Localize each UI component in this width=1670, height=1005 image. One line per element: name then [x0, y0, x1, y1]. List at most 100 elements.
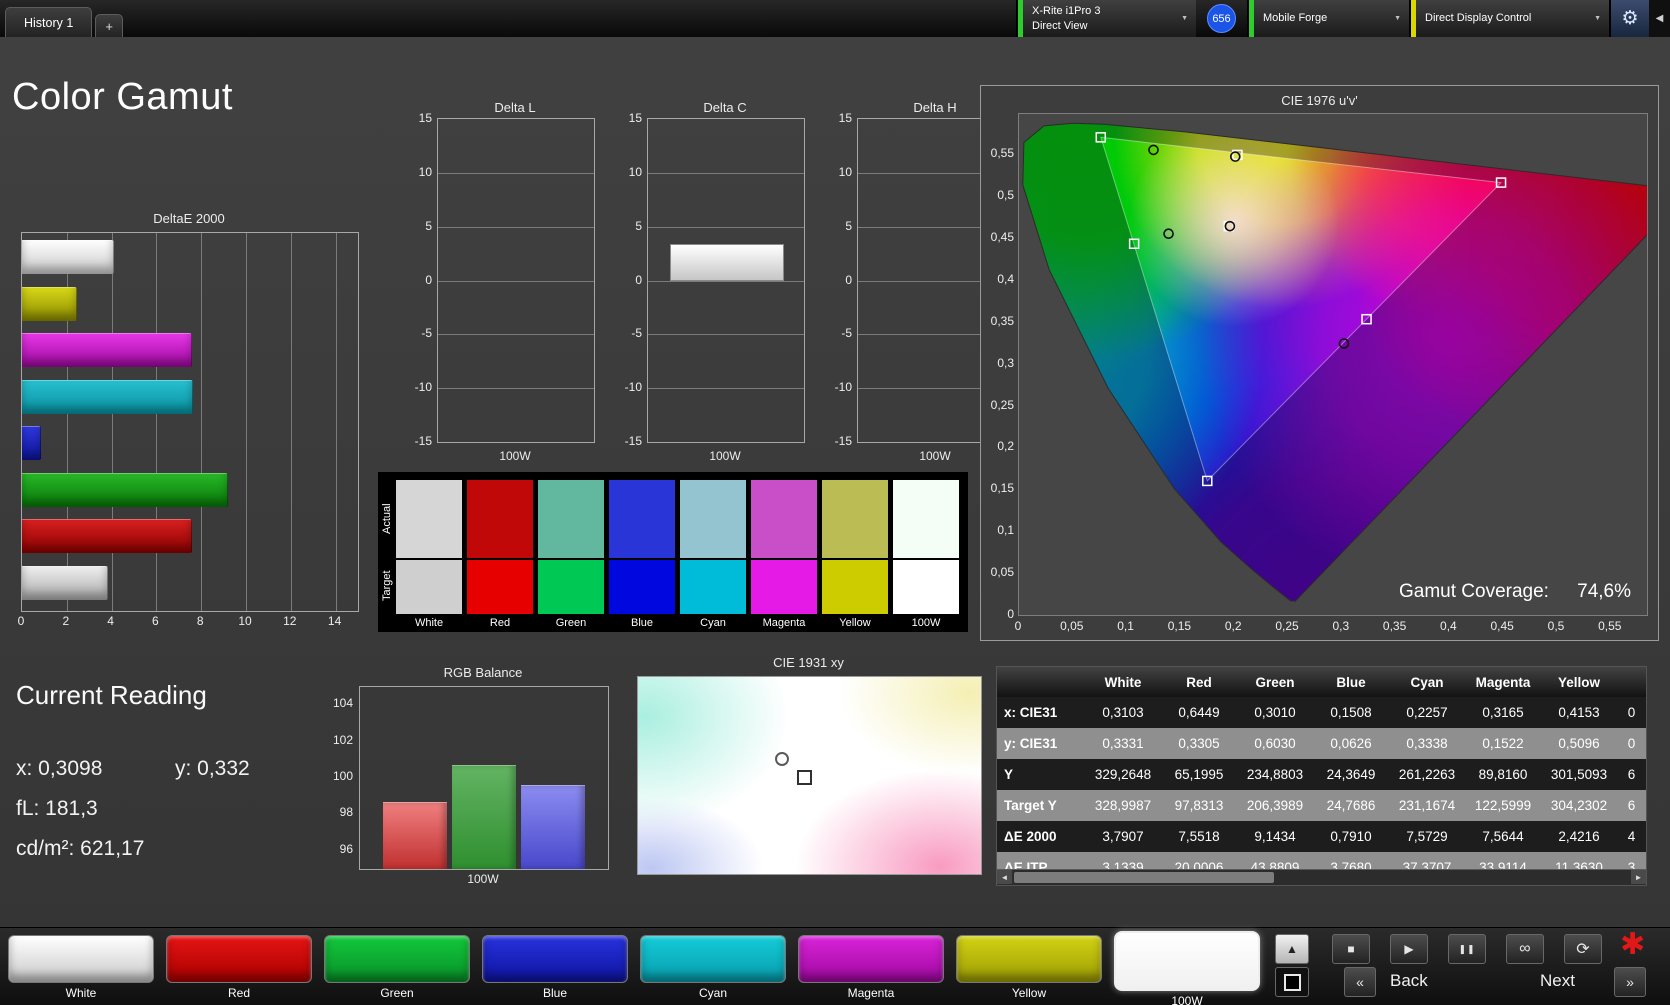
table-cell: 329,2648: [1094, 767, 1152, 782]
swatch-label: Cyan: [700, 617, 726, 629]
y-tick-label: 100: [332, 769, 353, 783]
swatch-label: Green: [555, 617, 587, 629]
gridline: [438, 280, 594, 282]
alert-asterisk-icon[interactable]: ✱: [1620, 930, 1645, 960]
patch-magenta[interactable]: Magenta: [798, 935, 944, 1005]
y-tick-label: -5: [421, 326, 432, 341]
gamut-coverage-label: Gamut Coverage:: [1399, 581, 1549, 602]
play-button[interactable]: ▶: [1390, 934, 1428, 964]
y-tick-label: -5: [841, 326, 852, 341]
scrollbar-thumb[interactable]: [1014, 872, 1274, 883]
y-tick-label: 0,55: [990, 146, 1014, 161]
patch-label: Green: [380, 986, 414, 1000]
swatch-column-yellow: Yellow: [822, 480, 888, 633]
y-tick-label: 15: [628, 111, 642, 125]
patch-green[interactable]: Green: [324, 935, 470, 1005]
actual-swatch: [538, 480, 604, 558]
new-tab-button[interactable]: +: [95, 14, 123, 37]
patch-red[interactable]: Red: [166, 935, 312, 1005]
table-cell: 7,5518: [1178, 829, 1220, 844]
tab-strip: History 1 +: [0, 7, 123, 37]
reading-fl: fL: 181,3: [16, 797, 98, 820]
rgb-balance-title: RGB Balance: [443, 665, 523, 680]
infinity-icon: ∞: [1519, 940, 1531, 957]
table-cell: 0,3165: [1482, 705, 1524, 720]
deltae-bar-cyan: [22, 379, 193, 414]
x-tick-label: 2: [62, 614, 70, 628]
cie1931-plot: [637, 676, 982, 875]
target-swatch: [751, 560, 817, 614]
y-tick-label: 0,4: [997, 271, 1014, 286]
patch-label: Red: [227, 986, 250, 1000]
y-tick-label: 15: [418, 111, 432, 125]
table-cell: 7,5644: [1482, 829, 1524, 844]
deltae2000-chart-area: [21, 232, 359, 612]
x-tick-label: 4: [107, 614, 114, 628]
scroll-left-button[interactable]: ◄: [997, 870, 1012, 884]
table-cell: 328,9987: [1094, 798, 1152, 813]
patch-blue[interactable]: Blue: [482, 935, 628, 1005]
chevrons-left-icon: «: [1356, 974, 1364, 990]
table-cell: 0,3331: [1102, 736, 1144, 751]
target-swatch: [609, 560, 675, 614]
collapse-panel-button[interactable]: ◀: [1649, 0, 1670, 37]
scroll-right-button[interactable]: ►: [1631, 870, 1646, 884]
refresh-button[interactable]: ⟳: [1564, 934, 1602, 964]
patch-label: Cyan: [698, 986, 727, 1000]
rgb-balance-x-label: 100W: [467, 872, 499, 886]
stop-icon: ■: [1347, 942, 1355, 956]
stop-button[interactable]: ■: [1332, 934, 1370, 964]
up-arrow-icon: ▲: [1286, 942, 1298, 956]
swatch-column-100w: 100W: [893, 480, 959, 633]
patch-label: White: [65, 986, 97, 1000]
table-cell: 0,1508: [1330, 705, 1372, 720]
pause-button[interactable]: ❚❚: [1448, 934, 1486, 964]
pattern-window-button[interactable]: [1275, 967, 1309, 997]
settings-gear-button[interactable]: ⚙: [1609, 0, 1649, 37]
display-dropdown-direct-display-control[interactable]: Direct Display Control ▼: [1409, 0, 1609, 37]
delta-x-label: 100W: [709, 449, 741, 463]
gamut-coverage-value: 74,6%: [1577, 581, 1631, 602]
expand-up-button[interactable]: ▲: [1275, 934, 1309, 964]
gridline: [648, 280, 804, 282]
table-cell: 89,8160: [1478, 767, 1528, 782]
swatch-label: White: [414, 617, 444, 629]
swatch-column-red: Red: [467, 480, 533, 633]
x-tick-label: 0: [1014, 619, 1022, 633]
play-icon: ▶: [1404, 942, 1414, 956]
next-arrow-button[interactable]: »: [1614, 967, 1646, 997]
table-cell: 0: [1627, 705, 1636, 720]
table-cell: 0,6030: [1254, 736, 1296, 751]
y-tick-label: 0,1: [997, 523, 1014, 538]
swatch-column-blue: Blue: [609, 480, 675, 633]
next-button[interactable]: Next: [1540, 971, 1575, 991]
y-tick-label: 102: [332, 732, 353, 747]
patch-yellow[interactable]: Yellow: [956, 935, 1102, 1005]
tab-history-1[interactable]: History 1: [5, 7, 93, 37]
patch-100w[interactable]: 100W: [1114, 931, 1260, 1005]
source-dropdown-mobile-forge[interactable]: Mobile Forge ▼: [1247, 0, 1409, 37]
back-arrow-button[interactable]: «: [1344, 967, 1376, 997]
gridline: [201, 233, 203, 611]
delta-chart-title: Delta L: [494, 100, 536, 115]
y-tick-label: 0,3: [997, 355, 1014, 370]
swatch-column-green: Green: [538, 480, 604, 633]
chevron-down-icon: ▼: [1594, 15, 1601, 22]
table-scrollbar[interactable]: ◄ ►: [997, 869, 1646, 885]
x-tick-label: 14: [327, 614, 342, 628]
deltae-bar-red: [22, 519, 193, 553]
actual-swatch: [680, 480, 746, 558]
y-tick-label: -10: [414, 380, 432, 395]
patch-white[interactable]: White: [8, 935, 154, 1005]
patch-cyan[interactable]: Cyan: [640, 935, 786, 1005]
table-cell: 24,3649: [1326, 767, 1376, 782]
continuous-measure-button[interactable]: ∞: [1506, 934, 1544, 964]
y-tick-label: 5: [425, 218, 432, 233]
meter-dropdown-xrite[interactable]: X-Rite i1Pro 3 Direct View ▼: [1016, 0, 1196, 37]
plus-icon: +: [105, 18, 113, 34]
y-tick-label: 98: [339, 805, 353, 820]
table-cell: 0,2257: [1406, 705, 1448, 720]
collapse-arrow-icon: ◀: [1655, 13, 1664, 24]
table-header-cell: Blue: [1336, 674, 1366, 690]
back-button[interactable]: Back: [1390, 971, 1428, 991]
